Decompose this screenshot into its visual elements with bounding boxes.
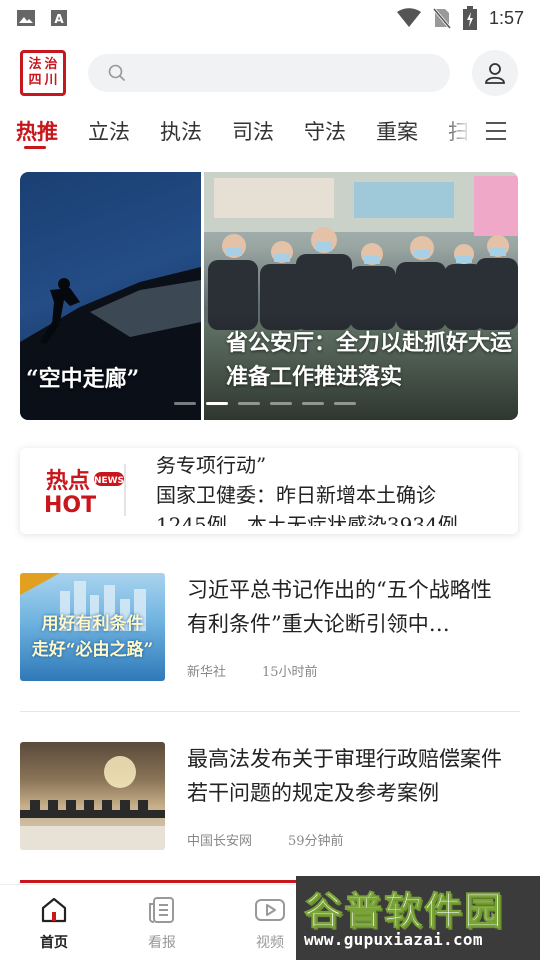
svg-text:A: A [54,12,64,26]
no-sim-icon [432,8,451,29]
news-meta: 中国长安网 59分钟前 [187,830,344,849]
hot-news-lines: 务专项行动” 国家卫健委：昨日新增本土确诊 1245例，本土无症状感染3934例 [156,456,496,526]
carousel-slide[interactable]: “空中走廊” [20,172,201,420]
search-icon [108,64,126,82]
list-divider [20,711,520,712]
courtroom-image [20,756,165,850]
tab-fade-overlay [440,110,480,156]
app-header: 法 治 四 川 [0,46,540,102]
hot-news-line[interactable]: 国家卫健委：昨日新增本土确诊 [156,480,496,510]
tab-law-abiding[interactable]: 守法 [304,116,346,146]
wifi-icon [396,8,421,27]
carousel-dot[interactable] [270,402,292,405]
menu-icon[interactable] [486,122,506,142]
svg-text:HOT: HOT [44,493,96,518]
watermark-url: www.gupuxiazai.com [304,930,483,949]
svg-text:NEWS: NEWS [94,476,124,486]
news-time: 59分钟前 [288,834,344,849]
search-bar[interactable] [88,54,450,92]
slide-caption: “空中走廊” [26,366,140,392]
clock: 1:57 [488,7,524,28]
nav-label: 看报 [148,935,176,951]
news-source: 新华社 [187,665,227,680]
carousel-dot[interactable] [238,402,260,405]
carousel-dot-active[interactable] [206,402,228,405]
news-source: 中国长安网 [187,834,253,849]
video-icon [255,899,285,921]
user-icon [485,63,505,84]
hot-news-ticker[interactable]: 热点 NEWS HOT 务专项行动” 国家卫健委：昨日新增本土确诊 1245例，… [20,448,518,534]
site-watermark: 谷普软件园 www.gupuxiazai.com [296,876,540,960]
news-list-item[interactable]: 用好有利条件 走好“必由之路” 习近平总书记作出的“五个战略性有利条件”重大论断… [20,573,520,685]
news-list-item[interactable]: 最高法发布关于审理行政赔偿案件若干问题的规定及参考案例 中国长安网 59分钟前 [20,742,520,854]
search-input[interactable] [136,64,436,82]
slide-caption-line: 省公安厅：全力以赴抓好大运 [226,330,513,356]
app-logo[interactable]: 法 治 四 川 [20,50,66,96]
svg-text:热点: 热点 [46,468,90,494]
tab-major-cases[interactable]: 重案 [376,116,418,146]
news-meta: 新华社 15小时前 [187,661,318,680]
watermark-title: 谷普软件园 [303,889,505,934]
banner-carousel[interactable]: “空中走廊” 省公安厅：全力以赴抓好大运 准备工作推进落实 [20,172,518,420]
carousel-slide[interactable]: 省公安厅：全力以赴抓好大运 准备工作推进落实 [204,172,518,420]
nav-newspaper[interactable]: 看报 [127,895,197,952]
carousel-dot[interactable] [334,402,356,405]
thumb-caption: 用好有利条件 [41,614,144,634]
nav-label: 首页 [40,935,68,951]
news-thumbnail [20,742,165,850]
ticker-divider [124,464,126,516]
hot-news-line[interactable]: 务专项行动” [156,456,496,480]
user-profile-button[interactable] [472,50,518,96]
category-tabs: 热推 立法 执法 司法 守法 重案 扫 [0,110,540,156]
image-icon [17,10,35,26]
hot-news-logo: 热点 NEWS HOT [44,468,124,518]
thumb-caption: 走好“必由之路” [31,640,154,660]
carousel-dot[interactable] [302,402,324,405]
nav-label: 视频 [256,935,284,951]
active-tab-indicator [24,146,46,149]
tab-enforcement[interactable]: 执法 [160,116,202,146]
news-thumbnail: 用好有利条件 走好“必由之路” [20,573,165,681]
tab-judiciary[interactable]: 司法 [232,116,274,146]
text-a-icon: A [51,10,67,26]
tab-hot[interactable]: 热推 [16,116,58,146]
carousel-dot[interactable] [174,402,196,405]
news-time: 15小时前 [262,665,318,680]
nav-home[interactable]: 首页 [19,895,89,952]
slide-caption-line: 准备工作推进落实 [226,364,403,390]
newspaper-icon [149,897,174,923]
battery-charging-icon [462,6,477,30]
status-bar: A 1:57 [0,0,540,36]
tab-legislation[interactable]: 立法 [88,116,130,146]
news-title[interactable]: 最高法发布关于审理行政赔偿案件若干问题的规定及参考案例 [187,742,510,810]
carousel-indicator [174,402,356,405]
nav-video[interactable]: 视频 [235,895,305,952]
next-item-edge [20,880,320,883]
news-title[interactable]: 习近平总书记作出的“五个战略性有利条件”重大论断引领中… [187,573,510,641]
hot-news-line[interactable]: 1245例，本土无症状感染3934例 [156,510,496,526]
home-icon [41,897,67,923]
